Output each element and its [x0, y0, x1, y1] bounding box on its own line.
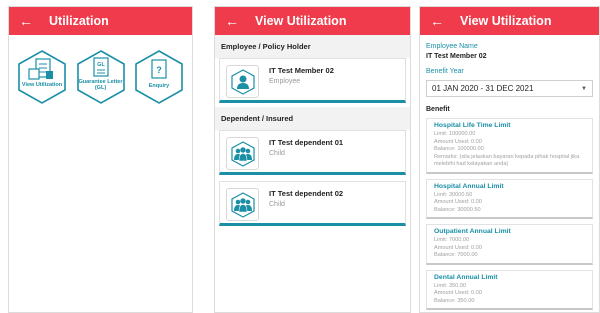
dependent-card[interactable]: IT Test dependent 01 Child: [219, 130, 406, 175]
app-header: ← View Utilization: [420, 7, 599, 35]
guarantee-letter-button[interactable]: GL Guarantee Letter (GL): [75, 49, 127, 105]
dependent-role: Child: [269, 201, 285, 208]
benefit-amount-used: Amount Used: 0.00: [434, 244, 482, 251]
benefit-limit: Limit: 30000.50: [434, 191, 473, 198]
view-utilization-button[interactable]: View Utilization: [16, 49, 68, 105]
view-utilization-label: View Utilization: [21, 82, 63, 88]
page-title: Utilization: [49, 14, 109, 28]
utilization-detail-screen: ← View Utilization Employee Name IT Test…: [419, 6, 600, 313]
page-title: View Utilization: [460, 14, 552, 28]
employee-name-label: Employee Name: [426, 43, 478, 50]
benefit-card: Dental Annual Limit Limit: 350.00 Amount…: [426, 269, 593, 310]
employee-name: IT Test Member 02: [269, 66, 334, 75]
benefit-limit: Limit: 350.00: [434, 282, 467, 289]
dependent-section-header: Dependent / Insured: [215, 107, 410, 130]
back-arrow-icon[interactable]: ←: [430, 14, 444, 28]
benefit-title: Outpatient Annual Limit: [434, 228, 511, 235]
guarantee-letter-label: Guarantee Letter (GL): [78, 79, 123, 91]
back-arrow-icon[interactable]: ←: [19, 14, 33, 28]
employee-role: Employee: [269, 78, 301, 85]
benefit-amount-used: Amount Used: 0.00: [434, 290, 482, 296]
benefit-card: Hospital Life Time Limit Limit: 100000.0…: [426, 118, 593, 174]
app-header: ← Utilization: [9, 7, 192, 35]
benefit-balance: Balance: 30000.50: [434, 206, 481, 213]
employee-card[interactable]: IT Test Member 02 Employee: [219, 58, 406, 103]
benefit-limit: Limit: 7000.00: [434, 237, 470, 243]
dependent-name: IT Test dependent 01: [269, 138, 344, 147]
benefit-title: Hospital Annual Limit: [434, 182, 504, 190]
benefit-year-label: Benefit Year: [426, 68, 464, 75]
dependent-role: Child: [269, 150, 285, 157]
back-arrow-icon[interactable]: ←: [225, 14, 239, 28]
question-mark-text: ?: [156, 65, 162, 75]
benefit-balance: Balance: 100000.00: [434, 146, 484, 152]
app-header: ← View Utilization: [215, 7, 410, 35]
benefit-amount-used: Amount Used: 0.00: [434, 138, 482, 145]
employee-name-value: IT Test Member 02: [426, 53, 487, 60]
gl-document-icon: GL: [76, 50, 125, 104]
person-icon: [226, 65, 259, 98]
benefit-balance: Balance: 350.00: [434, 297, 475, 304]
benefit-year-select[interactable]: 01 JAN 2020 - 31 DEC 2021 ▼: [426, 80, 593, 97]
benefit-card: Outpatient Annual Limit Limit: 7000.00 A…: [426, 224, 593, 265]
benefit-limit: Limit: 100000.00: [434, 131, 476, 137]
question-document-icon: ?: [135, 50, 183, 104]
enquiry-label: Enquiry: [148, 83, 170, 89]
benefit-amount-used: Amount Used: 0.00: [434, 199, 482, 205]
page-title: View Utilization: [255, 14, 347, 28]
enquiry-button[interactable]: ? Enquiry: [133, 49, 185, 105]
benefit-remarks: Remarks: (sila jelaskan bayaran kepada p…: [434, 153, 580, 168]
benefit-year-value: 01 JAN 2020 - 31 DEC 2021: [432, 84, 534, 93]
group-icon: [226, 137, 259, 170]
documents-icon: [18, 50, 66, 104]
benefit-balance: Balance: 7000.00: [434, 252, 478, 258]
benefit-title: Dental Annual Limit: [434, 273, 498, 281]
chevron-down-icon: ▼: [581, 85, 587, 92]
group-icon: [226, 188, 259, 221]
employee-section-header: Employee / Policy Holder: [215, 35, 410, 58]
gl-text: GL: [97, 62, 105, 68]
dependent-card[interactable]: IT Test dependent 02 Child: [219, 181, 406, 226]
benefit-card: Hospital Annual Limit Limit: 30000.50 Am…: [426, 178, 593, 219]
benefit-heading: Benefit: [426, 106, 450, 113]
dependent-name: IT Test dependent 02: [269, 189, 344, 198]
utilization-screen: ← Utilization View Utilization GL Guaran…: [8, 6, 193, 313]
view-utilization-list-screen: ← View Utilization Employee / Policy Hol…: [214, 6, 411, 313]
benefit-title: Hospital Life Time Limit: [434, 122, 511, 129]
